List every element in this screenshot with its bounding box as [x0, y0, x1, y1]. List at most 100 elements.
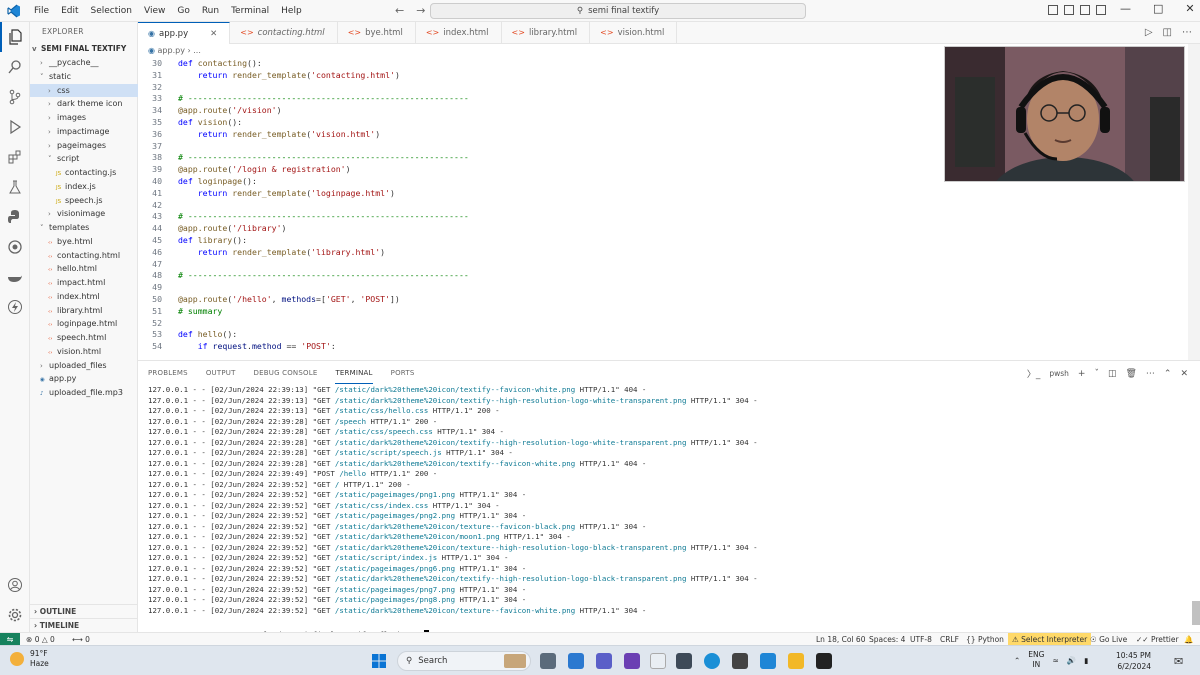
customize-layout-icon[interactable] [1096, 5, 1106, 15]
tab-contacting-html[interactable]: <> contacting.html [230, 22, 338, 44]
tree-item[interactable]: ‹› library.html [30, 304, 138, 318]
menu-terminal[interactable]: Terminal [225, 0, 275, 22]
tab-index-html[interactable]: <> index.html [416, 22, 502, 44]
weather-widget[interactable]: 91°F Haze [10, 649, 49, 669]
close-icon[interactable]: ✕ [1185, 2, 1194, 15]
tree-item[interactable]: ‹› index.html [30, 290, 138, 304]
vscode-taskbar-icon[interactable] [760, 653, 776, 669]
tree-item[interactable]: › pageimages [30, 139, 138, 153]
lightning-icon[interactable] [0, 292, 30, 322]
volume-icon[interactable]: 🔊 [1067, 656, 1076, 665]
forward-arrow-icon[interactable]: → [416, 4, 425, 17]
tab-bye-html[interactable]: <> bye.html [338, 22, 416, 44]
python-icon[interactable] [0, 202, 30, 232]
remote-explorer-icon[interactable] [0, 232, 30, 262]
run-debug-icon[interactable] [0, 112, 30, 142]
system-clock[interactable]: 10:45 PM 6/2/2024 [1116, 650, 1151, 672]
new-terminal-icon[interactable]: + [1078, 369, 1086, 379]
tree-item[interactable]: ‹› loginpage.html [30, 317, 138, 331]
task-view-icon[interactable] [540, 653, 556, 669]
tree-item[interactable]: ‹› contacting.html [30, 249, 138, 263]
terminal-scrollbar[interactable] [1192, 601, 1200, 625]
split-editor-icon[interactable]: ◫ [1163, 27, 1172, 38]
mail-icon[interactable] [568, 653, 584, 669]
trash-icon[interactable]: 🗑 [1125, 369, 1136, 379]
file-app-icon[interactable] [650, 653, 666, 669]
teams-icon[interactable] [596, 653, 612, 669]
tab-problems[interactable]: PROBLEMS [148, 361, 188, 385]
tree-item[interactable]: JS index.js [30, 180, 138, 194]
tree-item[interactable]: › uploaded_files [30, 359, 138, 373]
maximize-panel-icon[interactable]: ⌃ [1164, 369, 1172, 379]
tab-vision-html[interactable]: <> vision.html [590, 22, 678, 44]
run-file-icon[interactable]: ▷ [1145, 27, 1153, 38]
tree-item[interactable]: JS contacting.js [30, 166, 138, 180]
tree-item[interactable]: › impactimage [30, 125, 138, 139]
account-icon[interactable] [0, 570, 30, 600]
more-actions-icon[interactable]: ⋯ [1146, 369, 1155, 379]
command-center-search[interactable]: ⚲ semi final textify [430, 3, 806, 19]
windows-start-icon[interactable] [372, 654, 386, 671]
toggle-sidebar-icon[interactable] [1048, 5, 1058, 15]
tree-item[interactable]: ‹› impact.html [30, 276, 138, 290]
menu-edit[interactable]: Edit [55, 0, 84, 22]
tree-item[interactable]: › dark theme icon [30, 97, 138, 111]
edge-browser-icon[interactable] [704, 653, 720, 669]
breadcrumb-file[interactable]: app.py [158, 46, 185, 55]
tree-item[interactable]: ˅ templates [30, 221, 138, 235]
maximize-icon[interactable]: □ [1153, 2, 1163, 15]
menu-view[interactable]: View [138, 0, 171, 22]
menu-run[interactable]: Run [196, 0, 225, 22]
close-tab-icon[interactable]: ✕ [210, 23, 217, 45]
tab-library-html[interactable]: <> library.html [502, 22, 591, 44]
battery-icon[interactable]: ▮ [1084, 656, 1088, 665]
toggle-panel-icon[interactable] [1064, 5, 1074, 15]
tree-item[interactable]: › images [30, 111, 138, 125]
extensions-icon[interactable] [0, 142, 30, 172]
tree-item[interactable]: ‹› vision.html [30, 345, 138, 359]
close-panel-icon[interactable]: ✕ [1180, 369, 1188, 379]
explorer-icon[interactable] [0, 22, 30, 52]
tree-item[interactable]: › visionimage [30, 207, 138, 221]
tree-item[interactable]: ˅ script [30, 152, 138, 166]
taskbar-search[interactable]: ⚲ Search [397, 651, 531, 671]
tree-item[interactable]: ‹› bye.html [30, 235, 138, 249]
tree-item[interactable]: › css [30, 83, 138, 98]
editor-scrollbar[interactable] [1188, 44, 1200, 360]
store-app-icon[interactable] [732, 653, 748, 669]
media-app-icon[interactable] [624, 653, 640, 669]
menu-go[interactable]: Go [171, 0, 195, 22]
terminal-app-icon[interactable] [676, 653, 692, 669]
timeline-section[interactable]: › TIMELINE [30, 618, 138, 632]
search-icon[interactable] [0, 52, 30, 82]
more-actions-icon[interactable]: ⋯ [1182, 27, 1192, 38]
terminal-prompt[interactable]: PS C:\Users\yourr\Downloads\semi final t… [148, 619, 429, 639]
tab-debug-console[interactable]: DEBUG CONSOLE [254, 361, 318, 385]
settings-gear-icon[interactable] [0, 600, 30, 630]
toggle-secondary-sidebar-icon[interactable] [1080, 5, 1090, 15]
tree-item[interactable]: ‹› hello.html [30, 262, 138, 276]
wifi-icon[interactable]: ≈ [1052, 656, 1058, 665]
chevron-down-icon[interactable]: ˇ [1094, 369, 1099, 379]
menu-help[interactable]: Help [275, 0, 308, 22]
source-control-icon[interactable] [0, 82, 30, 112]
minimize-icon[interactable]: — [1120, 2, 1131, 15]
chevron-up-icon[interactable]: ⌃ [1014, 656, 1020, 665]
back-arrow-icon[interactable]: ← [395, 4, 404, 17]
menu-selection[interactable]: Selection [85, 0, 138, 22]
tab-output[interactable]: OUTPUT [206, 361, 236, 385]
tree-item[interactable]: JS speech.js [30, 194, 138, 208]
menu-file[interactable]: File [28, 0, 55, 22]
tree-item[interactable]: ♪ uploaded_file.mp3 [30, 386, 138, 400]
shell-name[interactable]: pwsh [1049, 369, 1069, 378]
tree-item[interactable]: ◉ app.py [30, 372, 138, 386]
notification-center-icon[interactable]: ✉ [1174, 655, 1183, 668]
tree-item[interactable]: › __pycache__ [30, 56, 138, 70]
docker-icon[interactable] [0, 262, 30, 292]
outline-section[interactable]: › OUTLINE [30, 604, 138, 618]
input-language[interactable]: ENG IN [1028, 650, 1044, 670]
tab-terminal[interactable]: TERMINAL [335, 363, 373, 384]
testing-icon[interactable] [0, 172, 30, 202]
tab-ports[interactable]: PORTS [391, 361, 415, 385]
screen-recorder-icon[interactable] [816, 653, 832, 669]
